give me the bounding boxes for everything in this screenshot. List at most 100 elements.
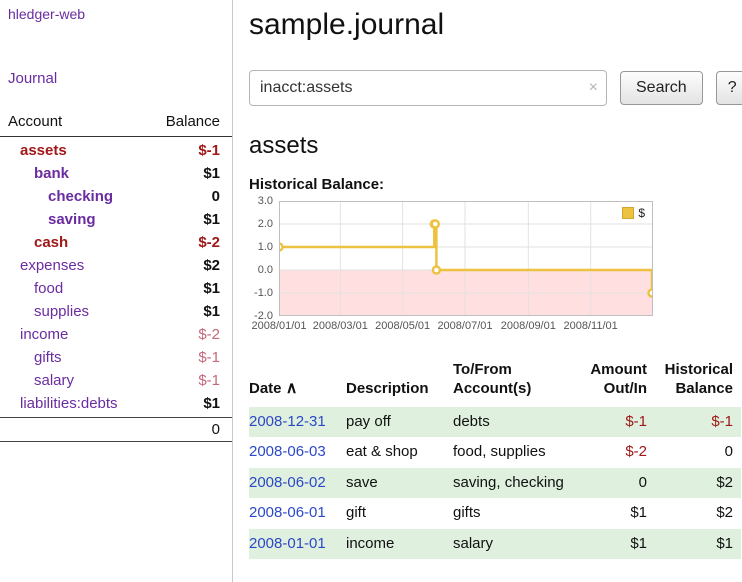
- transaction-accounts: food, supplies: [453, 437, 583, 468]
- transaction-date-link: 2008-12-31: [249, 407, 346, 438]
- col-account: To/From Account(s): [453, 357, 583, 407]
- account-row: gifts $-1: [0, 346, 232, 369]
- sidebar-account-link[interactable]: cash: [8, 234, 68, 251]
- y-tick-label: 2.0: [258, 218, 273, 230]
- transaction-date-link-text[interactable]: 2008-06-01: [249, 504, 326, 521]
- x-tick-label: 2008/03/01: [313, 320, 368, 332]
- account-balance: $2: [203, 257, 220, 274]
- brand-link[interactable]: hledger-web: [0, 6, 232, 22]
- transaction-date-link-text[interactable]: 2008-06-03: [249, 443, 326, 460]
- accounts-header: Account Balance: [0, 109, 232, 137]
- accounts-header-account: Account: [8, 113, 62, 130]
- col-description: Description: [346, 357, 453, 407]
- transaction-balance: 0: [655, 437, 741, 468]
- total-row: 0: [0, 417, 232, 442]
- sidebar-account-link[interactable]: liabilities:debts: [8, 395, 118, 412]
- account-row: bank $1: [0, 162, 232, 185]
- transaction-balance: $-1: [655, 407, 741, 438]
- chart-legend: $: [619, 205, 648, 221]
- sidebar-item-journal[interactable]: Journal: [8, 70, 224, 87]
- search-button[interactable]: Search: [620, 71, 703, 105]
- transaction-balance: $2: [655, 468, 741, 499]
- sidebar-account-link[interactable]: salary: [8, 372, 74, 389]
- x-tick-label: 2008/11/01: [564, 320, 618, 332]
- x-tick-label: 2008/07/01: [437, 320, 492, 332]
- clear-search-icon[interactable]: ×: [589, 79, 598, 97]
- account-balance: $-1: [198, 142, 220, 159]
- account-balance: 0: [212, 188, 220, 205]
- y-tick-label: 3.0: [258, 195, 273, 207]
- help-button[interactable]: ?: [716, 71, 742, 105]
- account-row: assets $-1: [0, 139, 232, 162]
- transaction-date-link: 2008-01-01: [249, 529, 346, 560]
- account-row: supplies$1: [0, 300, 232, 323]
- account-row: food $1: [0, 277, 232, 300]
- sidebar-account-link[interactable]: gifts: [8, 349, 62, 366]
- table-row: 2008-06-02savesaving, checking0$2: [249, 468, 741, 499]
- sidebar-account-link[interactable]: bank: [8, 165, 69, 182]
- sidebar-account-link[interactable]: saving: [8, 211, 96, 228]
- sort-asc-icon[interactable]: ∧: [286, 380, 298, 397]
- transaction-description: pay off: [346, 407, 453, 438]
- account-row: saving $1: [0, 208, 232, 231]
- transaction-amount: 0: [583, 468, 655, 499]
- sidebar: hledger-web Journal Account Balance asse…: [0, 0, 233, 582]
- transaction-amount: $1: [583, 529, 655, 560]
- table-header-row: Date ∧ Description To/From Account(s) Am…: [249, 357, 741, 407]
- sidebar-account-link[interactable]: food: [8, 280, 63, 297]
- account-heading: assets: [249, 132, 742, 160]
- chart-title: Historical Balance:: [249, 176, 742, 193]
- transaction-amount: $-1: [583, 407, 655, 438]
- y-tick-label: 0.0: [258, 264, 273, 276]
- col-amount: Amount Out/In: [583, 357, 655, 407]
- main-content: sample.journal × Search ? assets Histori…: [233, 0, 742, 582]
- x-tick-label: 2008/01/01: [251, 320, 306, 332]
- page-title: sample.journal: [249, 8, 742, 42]
- transaction-accounts: debts: [453, 407, 583, 438]
- account-balance: $-1: [198, 349, 220, 366]
- account-balance: $-2: [198, 326, 220, 343]
- transaction-date-link-text[interactable]: 2008-12-31: [249, 413, 326, 430]
- transaction-date-link: 2008-06-01: [249, 498, 346, 529]
- transaction-description: income: [346, 529, 453, 560]
- x-tick-label: 2008/05/01: [375, 320, 430, 332]
- col-balance: Historical Balance: [655, 357, 741, 407]
- transaction-date-link-text[interactable]: 2008-01-01: [249, 535, 326, 552]
- x-tick-label: 2008/09/01: [501, 320, 556, 332]
- transaction-accounts: salary: [453, 529, 583, 560]
- account-balance: $-1: [198, 372, 220, 389]
- account-balance: $1: [203, 395, 220, 412]
- search-input[interactable]: [249, 70, 607, 106]
- transaction-amount: $1: [583, 498, 655, 529]
- chart-plot-area: $: [279, 201, 653, 316]
- account-balance: $1: [203, 165, 220, 182]
- legend-swatch-icon: [622, 207, 634, 219]
- col-date[interactable]: Date: [249, 380, 282, 397]
- transaction-date-link-text[interactable]: 2008-06-02: [249, 474, 326, 491]
- table-row: 2008-06-01giftgifts$1$2: [249, 498, 741, 529]
- transaction-accounts: gifts: [453, 498, 583, 529]
- sidebar-account-link[interactable]: supplies: [8, 303, 89, 320]
- account-row: expenses $2: [0, 254, 232, 277]
- accounts-header-balance: Balance: [166, 113, 220, 130]
- account-row: income $-2: [0, 323, 232, 346]
- sidebar-account-link[interactable]: income: [8, 326, 68, 343]
- transaction-date-link: 2008-06-03: [249, 437, 346, 468]
- transaction-amount: $-2: [583, 437, 655, 468]
- sidebar-account-link[interactable]: checking: [8, 188, 113, 205]
- sidebar-account-link[interactable]: assets: [8, 142, 67, 159]
- table-row: 2008-06-03eat & shopfood, supplies$-20: [249, 437, 741, 468]
- account-balance: $1: [203, 211, 220, 228]
- search-box: ×: [249, 70, 607, 106]
- transaction-balance: $1: [655, 529, 741, 560]
- chart-y-axis: 3.02.01.00.0-1.0-2.0: [249, 201, 275, 316]
- accounts-tree: assets $-1 bank $1 checking 0 saving $1 cash $-2 e…: [0, 139, 232, 415]
- account-row: checking 0: [0, 185, 232, 208]
- total-balance: 0: [212, 421, 220, 438]
- account-balance: $1: [203, 280, 220, 297]
- transaction-date-link: 2008-06-02: [249, 468, 346, 499]
- legend-label: $: [638, 206, 645, 220]
- transaction-balance: $2: [655, 498, 741, 529]
- balance-chart[interactable]: 3.02.01.00.0-1.0-2.0 $ 2008/01/01 2008/03…: [249, 201, 742, 339]
- sidebar-account-link[interactable]: expenses: [8, 257, 84, 274]
